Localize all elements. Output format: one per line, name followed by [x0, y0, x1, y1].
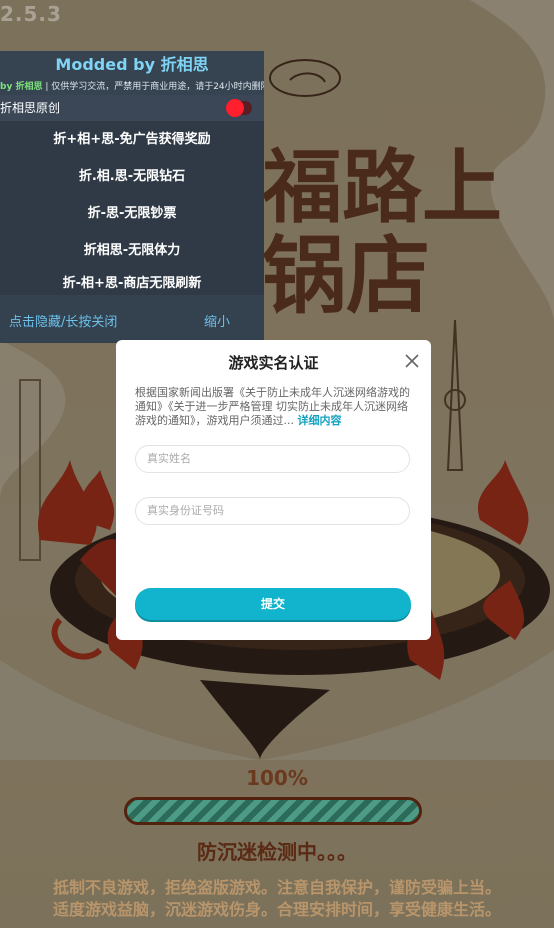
health-warning-line-1: 抵制不良游戏，拒绝盗版游戏。注意自我保护，谨防受骗上当。: [52, 878, 501, 897]
health-warning: 抵制不良游戏，拒绝盗版游戏。注意自我保护，谨防受骗上当。 适度游戏益脑，沉迷游戏…: [0, 877, 554, 921]
mod-item-no-ads[interactable]: 折+相+思-免广告获得奖励: [0, 121, 264, 158]
mod-toggle-switch[interactable]: [226, 99, 252, 117]
real-name-input[interactable]: 真实姓名: [135, 445, 410, 473]
toggle-knob: [226, 99, 244, 117]
mod-minimize-button[interactable]: 缩小: [204, 311, 230, 330]
mod-toggle-label: 折相思原创: [0, 101, 61, 115]
mod-notice-text: | 仅供学习交流，严禁用于商业用途，请于24小时内删除: [42, 82, 264, 92]
mod-menu-title[interactable]: Modded by 折相思: [0, 51, 264, 79]
health-warning-line-2: 适度游戏益脑，沉迷游戏伤身。合理安排时间，享受健康生活。: [52, 900, 501, 919]
dialog-description: 根据国家新闻出版署《关于防止未成年人沉迷网络游戏的通知》《关于进一步严格管理 切…: [135, 386, 415, 428]
mod-menu-notice: by 折相思 | 仅供学习交流，严禁用于商业用途，请于24小时内删除: [0, 79, 264, 95]
dialog-title: 游戏实名认证: [228, 354, 319, 372]
real-name-dialog: 游戏实名认证 根据国家新闻出版署《关于防止未成年人沉迷网络游戏的通知》《关于进一…: [116, 340, 431, 640]
mod-toggle-row[interactable]: 折相思原创: [0, 95, 264, 121]
id-number-input[interactable]: 真实身份证号码: [135, 497, 410, 525]
loading-percent: 100%: [246, 766, 308, 790]
mod-item-shop-refresh[interactable]: 折-相+思-商店无限刷新: [0, 269, 264, 291]
close-icon[interactable]: [405, 354, 419, 368]
version-label: 2.5.3: [0, 2, 62, 26]
mod-item-infinite-stamina[interactable]: 折相思-无限体力: [0, 232, 264, 269]
mod-menu-panel: Modded by 折相思 by 折相思 | 仅供学习交流，严禁用于商业用途，请…: [0, 51, 264, 343]
submit-button[interactable]: 提交: [135, 588, 411, 620]
anti-addiction-status: 防沉迷检测中。。。: [197, 840, 357, 864]
mod-hide-button[interactable]: 点击隐藏/长按关闭: [9, 311, 117, 330]
mod-item-infinite-cash[interactable]: 折-思-无限钞票: [0, 195, 264, 232]
loading-progress-bar: [124, 797, 422, 825]
mod-menu-footer: 点击隐藏/长按关闭 缩小: [0, 295, 264, 343]
mod-notice-author: by 折相思: [0, 82, 43, 92]
dialog-description-text: 根据国家新闻出版署《关于防止未成年人沉迷网络游戏的通知》《关于进一步严格管理 切…: [135, 386, 410, 427]
details-link[interactable]: 详细内容: [298, 414, 342, 427]
mod-item-infinite-diamonds[interactable]: 折.相.思-无限钻石: [0, 158, 264, 195]
